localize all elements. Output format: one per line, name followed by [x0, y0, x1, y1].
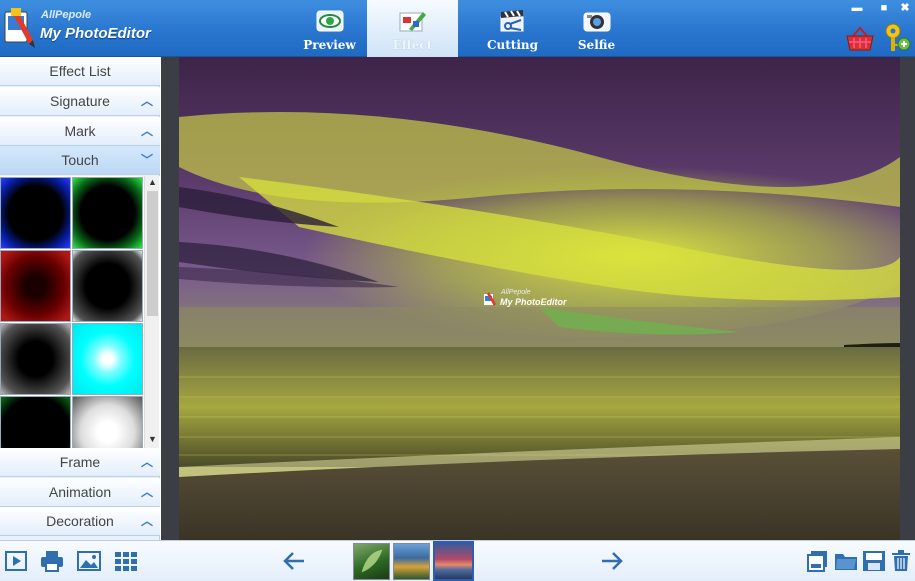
eye-icon — [316, 10, 344, 32]
scrollbar-thumb[interactable] — [147, 191, 158, 316]
section-signature-label: Signature — [50, 93, 110, 109]
tab-cutting[interactable]: Cutting — [467, 0, 558, 57]
brand-small-text: AllPepole — [41, 9, 92, 21]
folder-icon[interactable] — [834, 550, 858, 572]
chevron-up-icon: ︿ — [140, 485, 153, 499]
photo-canvas[interactable]: AllPepole My PhotoEditor — [161, 57, 915, 540]
touch-thumb-green-vignette[interactable] — [72, 177, 143, 249]
print-icon[interactable] — [40, 550, 64, 572]
tab-selfie-label: Selfie — [577, 38, 616, 52]
app-logo-icon — [484, 292, 496, 306]
tab-preview[interactable]: Preview — [284, 0, 375, 57]
brush-icon — [399, 12, 426, 32]
chevron-down-icon: ﹀ — [140, 153, 153, 167]
touch-effect-grid: ▲ ▼ — [0, 176, 160, 448]
effect-sidebar: Effect List Signature ︿ Mark ︿ Touch ﹀ ▲ — [0, 57, 160, 540]
touch-thumb-blue-vignette[interactable] — [0, 177, 71, 249]
filmstrip-thumb-coastal-flowers-photo[interactable] — [393, 543, 430, 580]
tab-effect-label: Effect — [392, 38, 433, 52]
close-button[interactable]: ✖ — [898, 2, 912, 14]
register-keys-icon[interactable] — [882, 22, 912, 54]
section-frame-label: Frame — [59, 454, 101, 470]
grid-icon[interactable] — [114, 550, 138, 572]
filmstrip-thumb-green-leaf-photo[interactable] — [353, 543, 390, 580]
app-window: AllPepole My PhotoEditor Preview Effect — [0, 0, 915, 581]
watermark-small-text: AllPepole — [501, 289, 531, 296]
layers-icon[interactable] — [806, 550, 830, 572]
touch-thumb-green-edge[interactable] — [0, 396, 71, 448]
camera-icon — [583, 12, 611, 32]
leaf-shape — [361, 549, 383, 573]
minimize-button[interactable]: ▬ — [850, 2, 864, 14]
section-animation[interactable]: Animation ︿ — [0, 478, 160, 507]
scroll-up-icon[interactable]: ▲ — [145, 177, 160, 189]
section-touch[interactable]: Touch ﹀ — [0, 146, 160, 175]
play-icon[interactable] — [4, 550, 28, 572]
shopping-basket-icon[interactable] — [846, 26, 874, 52]
chevron-up-icon: ︿ — [140, 514, 153, 528]
image-icon[interactable] — [77, 550, 101, 572]
trash-icon[interactable] — [889, 550, 913, 572]
app-logo-icon — [4, 8, 35, 48]
section-mark[interactable]: Mark ︿ — [0, 117, 160, 146]
effect-list-header: Effect List — [0, 57, 160, 86]
app-title: My PhotoEditor — [40, 25, 151, 42]
clapper-scissors-icon — [500, 10, 524, 32]
chevron-up-icon: ︿ — [140, 94, 153, 108]
chevron-up-icon: ︿ — [140, 455, 153, 469]
touch-thumb-cyan-glow[interactable] — [72, 323, 143, 395]
touch-thumb-gray-vignette[interactable] — [0, 323, 71, 395]
tab-selfie[interactable]: Selfie — [551, 0, 642, 57]
watermark: AllPepole My PhotoEditor — [483, 289, 573, 313]
touch-thumb-white-glow[interactable] — [72, 396, 143, 448]
tab-preview-label: Preview — [303, 38, 356, 52]
arrow-left-icon[interactable] — [282, 550, 306, 572]
effect-list-label: Effect List — [49, 63, 111, 79]
maximize-button[interactable]: ■ — [877, 2, 891, 14]
section-mark-label: Mark — [64, 123, 96, 139]
watermark-title: My PhotoEditor — [500, 297, 567, 307]
section-touch-label: Touch — [61, 152, 99, 168]
section-decoration-label: Decoration — [46, 513, 114, 529]
section-frame[interactable]: Frame ︿ — [0, 448, 160, 477]
touch-thumb-red-vignette[interactable] — [0, 250, 71, 322]
arrow-right-icon[interactable] — [600, 550, 624, 572]
chevron-up-icon: ︿ — [140, 124, 153, 138]
filmstrip-thumb-sunset-beach-photo[interactable] — [433, 541, 474, 581]
section-signature[interactable]: Signature ︿ — [0, 87, 160, 116]
tab-cutting-label: Cutting — [486, 38, 539, 52]
title-bar: AllPepole My PhotoEditor Preview Effect — [0, 0, 915, 57]
touch-thumb-white-soft-vignette[interactable] — [72, 250, 143, 322]
save-icon[interactable] — [862, 550, 886, 572]
bottom-toolbar — [0, 540, 915, 581]
thumbnail-scrollbar[interactable]: ▲ ▼ — [144, 176, 159, 448]
scroll-down-icon[interactable]: ▼ — [145, 434, 160, 446]
tab-effect[interactable]: Effect — [367, 0, 458, 57]
section-decoration[interactable]: Decoration ︿ — [0, 507, 160, 536]
section-animation-label: Animation — [48, 484, 112, 500]
